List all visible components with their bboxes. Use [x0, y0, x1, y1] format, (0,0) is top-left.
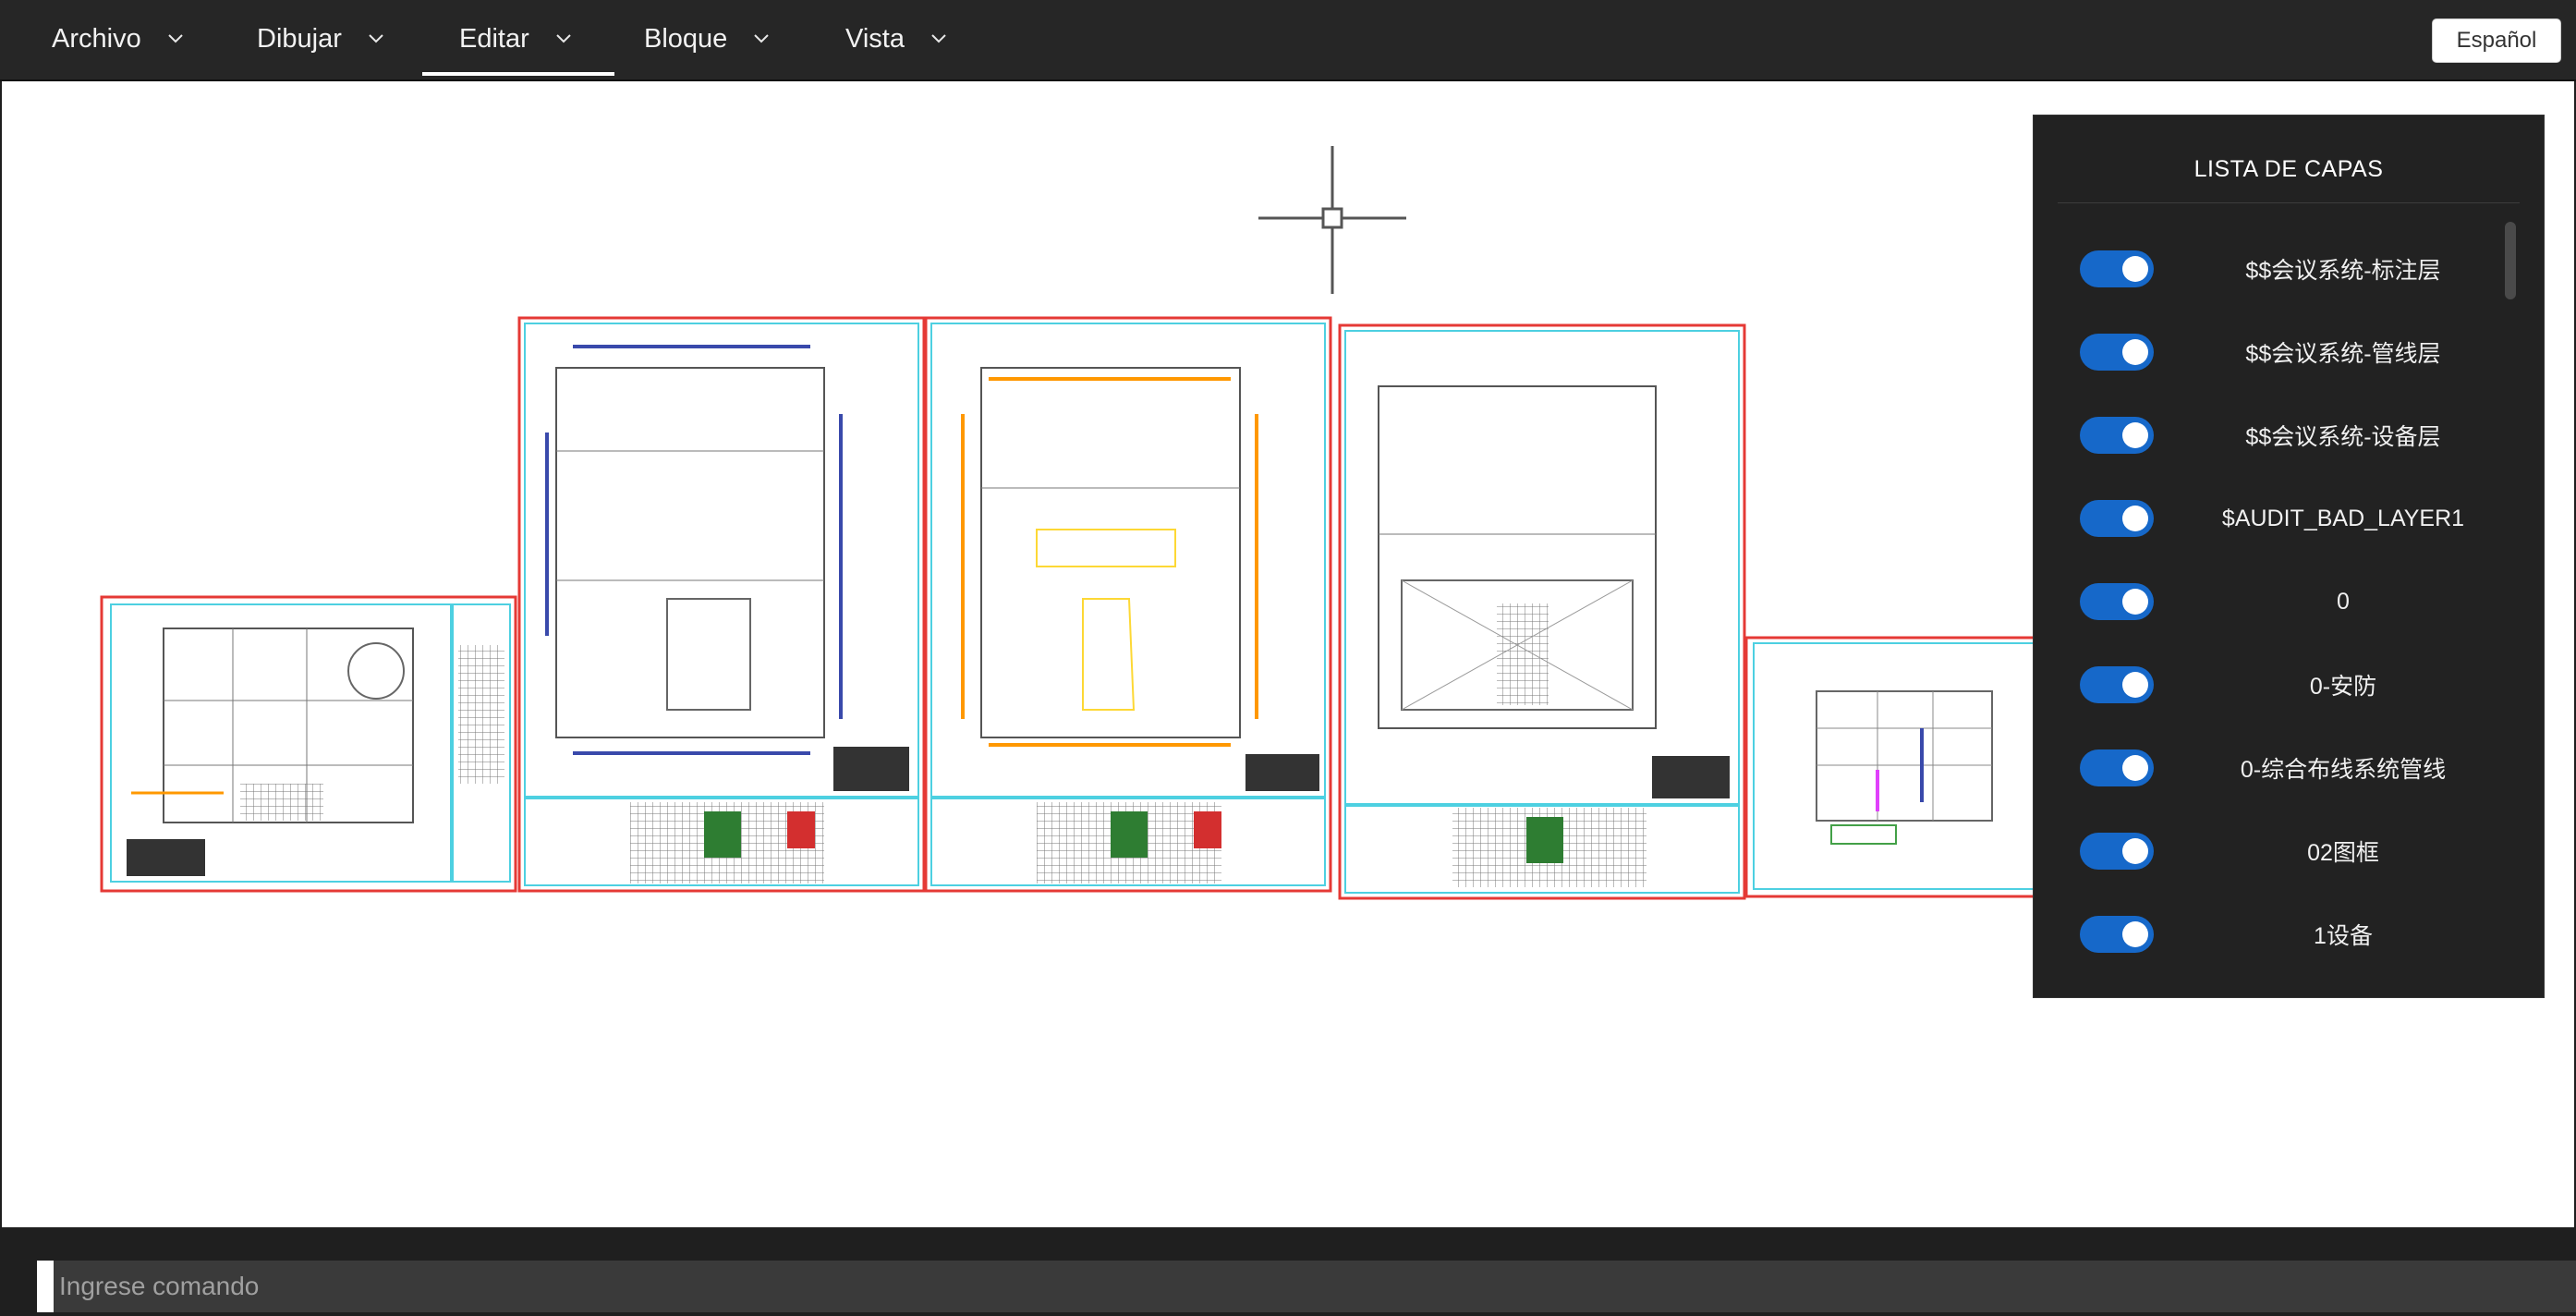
layer-visibility-toggle[interactable] [2080, 749, 2154, 786]
layer-row: 0-综合布线系统管线 [2034, 726, 2514, 810]
chevron-down-icon [556, 34, 571, 43]
layers-panel-title: LISTA DE CAPAS [2193, 156, 2384, 182]
toggle-knob [2122, 672, 2148, 698]
chevron-down-icon [754, 34, 770, 43]
layers-panel: LISTA DE CAPAS $$会议系统-标注层 $$会议系统-管线层 $$会… [2033, 115, 2545, 998]
layer-visibility-toggle[interactable] [2080, 250, 2154, 287]
layer-visibility-toggle[interactable] [2080, 833, 2154, 870]
menu-dibujar-label: Dibujar [257, 23, 342, 54]
divider [2058, 202, 2520, 203]
layer-row: $$会议系统-设备层 [2034, 394, 2514, 477]
chevron-down-icon [167, 34, 183, 43]
layer-name: 0-安防 [2309, 674, 2377, 700]
menu-editar[interactable]: Editar [422, 0, 614, 78]
layer-name: 1设备 [2314, 923, 2373, 949]
layer-row: 0-安防 [2034, 643, 2514, 726]
layer-visibility-toggle[interactable] [2080, 417, 2154, 454]
menu-bar: Archivo Dibujar Editar Bloque Vista Espa… [0, 0, 2576, 81]
menu-archivo-label: Archivo [52, 23, 141, 54]
layer-row: 0 [2034, 560, 2514, 643]
menu-editar-label: Editar [459, 23, 529, 54]
menu-vista-label: Vista [845, 23, 905, 54]
layer-name: 0 [2337, 588, 2350, 615]
drawing-sheet-4 [1338, 323, 1746, 900]
drawing-sheet-2 [517, 316, 926, 893]
layer-row: $$会议系统-管线层 [2034, 311, 2514, 394]
toggle-knob [2122, 755, 2148, 781]
toggle-knob [2122, 256, 2148, 282]
toggle-knob [2122, 339, 2148, 365]
drawing-sheet-1 [100, 595, 517, 893]
toggle-knob [2122, 838, 2148, 864]
layer-visibility-toggle[interactable] [2080, 666, 2154, 703]
toggle-knob [2122, 921, 2148, 947]
command-bar [0, 1227, 2576, 1316]
chevron-down-icon [369, 34, 383, 43]
layer-name: $AUDIT_BAD_LAYER1 [2221, 505, 2465, 531]
toggle-knob [2122, 506, 2148, 531]
toggle-knob [2122, 589, 2148, 615]
drawing-sheet-3 [924, 316, 1332, 893]
menu-archivo[interactable]: Archivo [52, 0, 189, 78]
menu-vista[interactable]: Vista [845, 0, 953, 78]
layer-visibility-toggle[interactable] [2080, 583, 2154, 620]
command-input[interactable] [37, 1261, 2576, 1312]
layer-visibility-toggle[interactable] [2080, 916, 2154, 953]
layer-row: 02图框 [2034, 810, 2514, 893]
menu-dibujar[interactable]: Dibujar [257, 0, 390, 78]
menu-bloque-label: Bloque [644, 23, 728, 54]
layer-name: 0-综合布线系统管线 [2240, 757, 2447, 783]
layer-name: $$会议系统-标注层 [2245, 258, 2441, 284]
layer-visibility-toggle[interactable] [2080, 500, 2154, 537]
layer-row: $AUDIT_BAD_LAYER1 [2034, 477, 2514, 560]
layer-name: 02图框 [2307, 840, 2379, 866]
layer-row: $$会议系统-标注层 [2034, 227, 2514, 311]
layer-visibility-toggle[interactable] [2080, 334, 2154, 371]
language-button[interactable]: Español [2432, 18, 2561, 63]
layer-name: $$会议系统-设备层 [2245, 424, 2441, 450]
layer-row: 1设备 [2034, 893, 2514, 976]
layer-name: $$会议系统-管线层 [2245, 341, 2441, 367]
crosshair-cursor-icon [1258, 146, 1406, 294]
drawing-sheet-5 [1744, 636, 2062, 898]
toggle-knob [2122, 422, 2148, 448]
chevron-down-icon [931, 34, 946, 43]
menu-bloque[interactable]: Bloque [644, 0, 775, 78]
